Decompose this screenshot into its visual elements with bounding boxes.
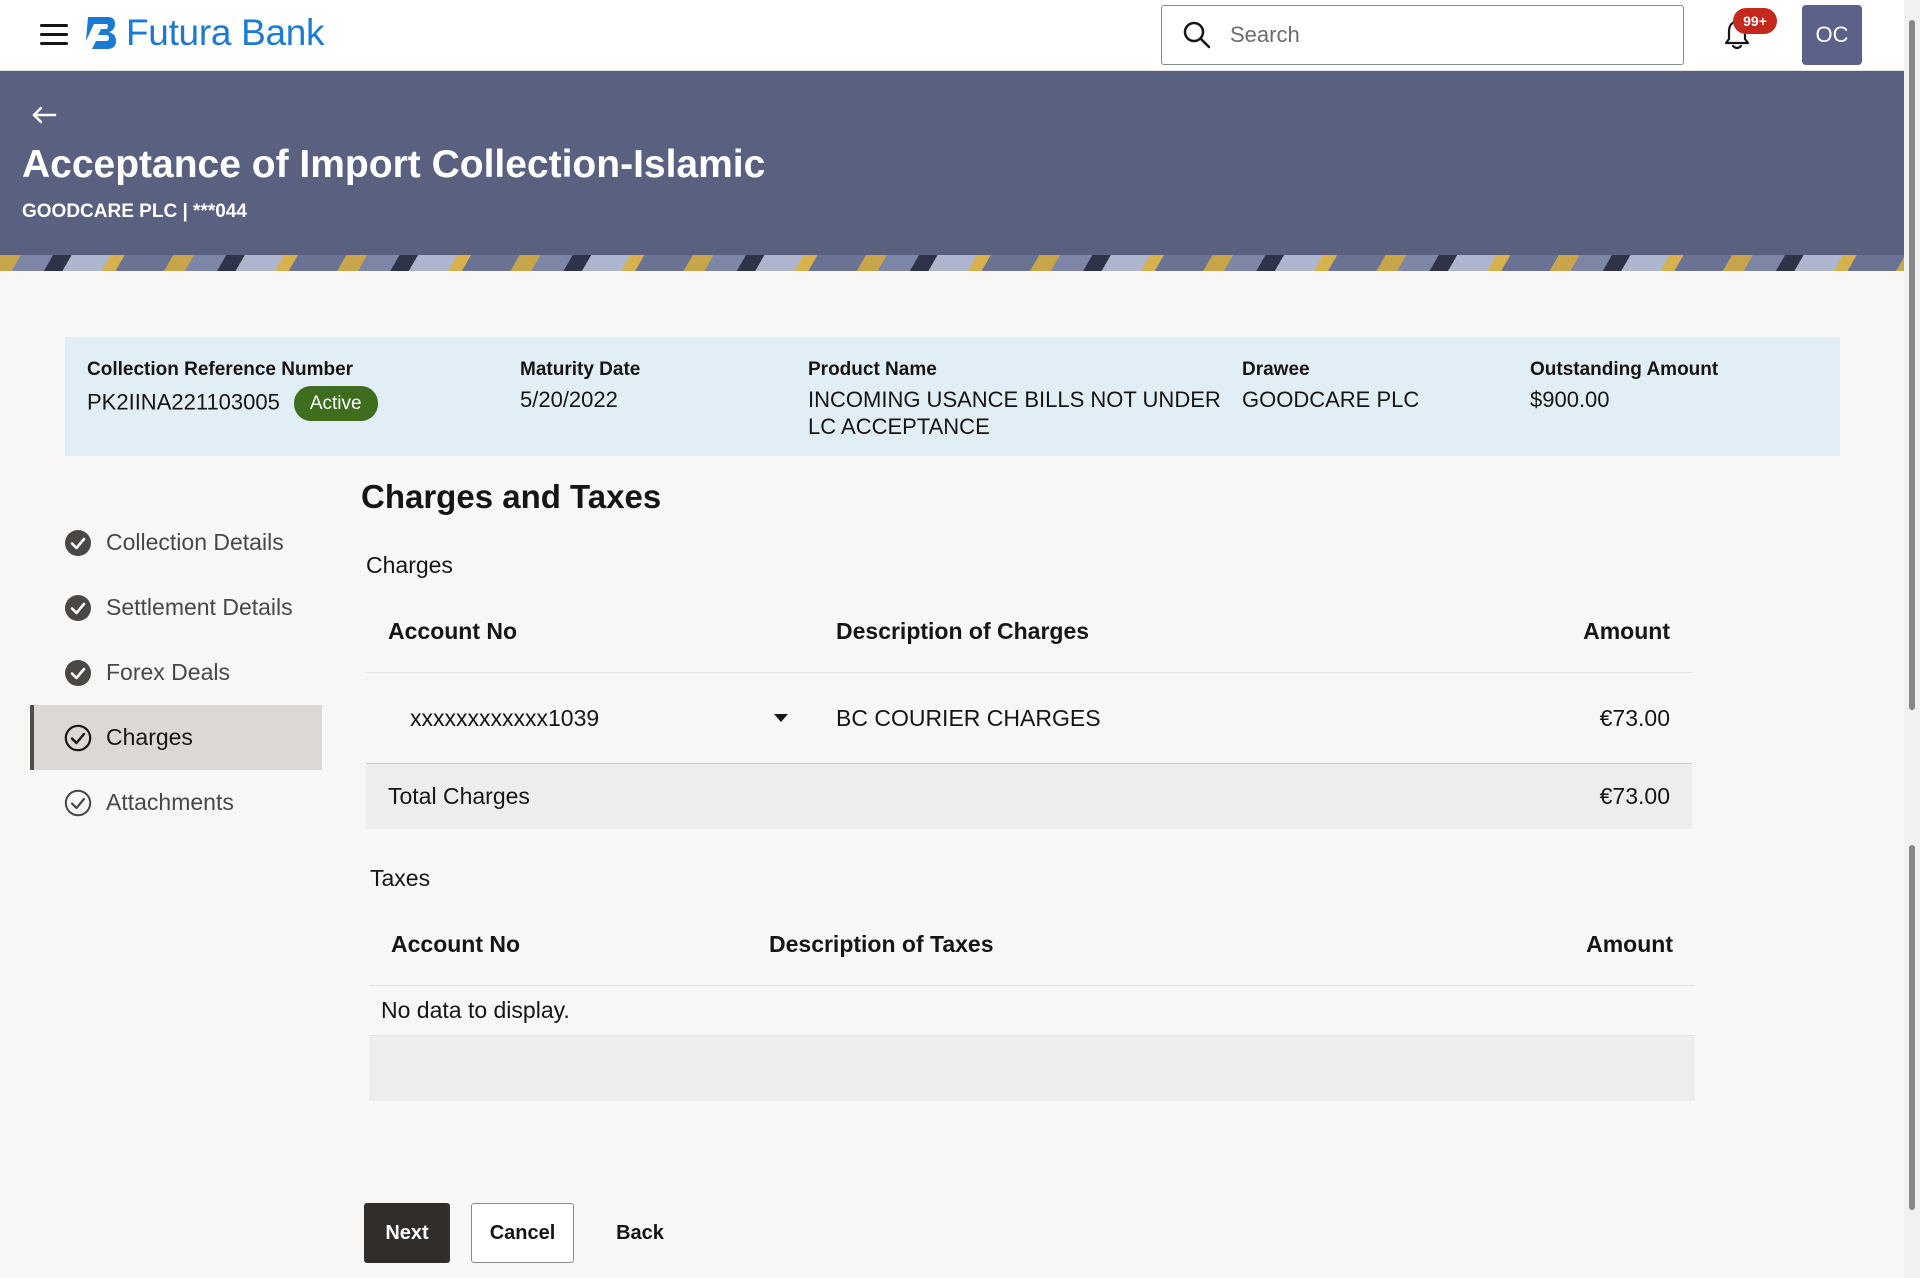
nav-item-forex-deals[interactable]: Forex Deals <box>30 640 322 705</box>
nav-item-label: Attachments <box>106 789 234 815</box>
check-circle-filled-icon <box>65 594 91 621</box>
empty-state-message: No data to display. <box>369 986 1695 1036</box>
brand-name: Futura Bank <box>126 12 325 53</box>
nav-item-collection-details[interactable]: Collection Details <box>30 510 322 575</box>
description-cell: BC COURIER CHARGES <box>836 704 1101 731</box>
summary-value: 5/20/2022 <box>520 387 618 412</box>
nav-item-charges[interactable]: Charges <box>30 705 322 770</box>
check-circle-filled-icon <box>65 659 91 686</box>
summary-drawee: Drawee GOODCARE PLC <box>1242 359 1419 413</box>
next-button[interactable]: Next <box>364 1203 450 1263</box>
summary-value: GOODCARE PLC <box>1242 387 1420 412</box>
nav-item-attachments[interactable]: Attachments <box>30 770 322 835</box>
summary-product: Product Name INCOMING USANCE BILLS NOT U… <box>808 359 1238 440</box>
summary-label: Collection Reference Number <box>87 359 354 380</box>
nav-item-label: Settlement Details <box>106 594 293 620</box>
summary-label: Drawee <box>1242 359 1310 380</box>
check-circle-filled-icon <box>65 529 91 556</box>
back-button[interactable]: Back <box>600 1203 680 1263</box>
charges-heading: Charges <box>366 552 453 578</box>
summary-reference: Collection Reference Number PK2IINA22110… <box>87 359 378 421</box>
account-select-value: xxxxxxxxxxxx1039 <box>410 704 600 731</box>
table-row: xxxxxxxxxxxx1039 BC COURIER CHARGES €73.… <box>366 673 1692 764</box>
column-header: Account No <box>391 930 521 957</box>
check-circle-outline-icon <box>64 789 92 816</box>
account-cell: xxxxxxxxxxxx1039 <box>366 705 836 732</box>
total-row: Total Charges €73.00 <box>366 764 1692 829</box>
table-header: Account No Description of Charges Amount <box>366 590 1692 673</box>
check-circle-outline-icon <box>64 724 92 751</box>
summary-label: Product Name <box>808 359 937 380</box>
futura-bank-logo-icon <box>86 17 116 49</box>
chevron-down-icon <box>774 714 788 722</box>
total-label: Total Charges <box>388 783 530 809</box>
nav-item-label: Forex Deals <box>106 659 230 685</box>
column-header: Amount <box>1586 930 1673 957</box>
column-header: Description of Taxes <box>769 930 994 957</box>
search-box[interactable] <box>1161 5 1684 65</box>
taxes-heading: Taxes <box>370 865 431 891</box>
taxes-table: Account No Description of Taxes Amount N… <box>369 903 1695 1101</box>
page-scrollbar[interactable] <box>1904 0 1920 1278</box>
nav-item-settlement-details[interactable]: Settlement Details <box>30 575 322 640</box>
back-arrow-icon[interactable] <box>30 103 58 127</box>
total-value: €73.00 <box>1599 783 1670 809</box>
account-select[interactable]: xxxxxxxxxxxx1039 <box>388 705 788 732</box>
charges-table: Account No Description of Charges Amount… <box>366 590 1692 829</box>
page-header-banner: Acceptance of Import Collection-Islamic … <box>0 71 1904 271</box>
page-title: Acceptance of Import Collection-Islamic <box>22 143 766 186</box>
step-navigation: Collection Details Settlement Details Fo… <box>30 510 322 835</box>
status-badge: Active <box>293 386 378 421</box>
column-header: Account No <box>388 617 518 644</box>
amount-cell: €73.00 <box>1599 704 1670 731</box>
nav-item-label: Charges <box>106 724 193 750</box>
summary-outstanding: Outstanding Amount $900.00 <box>1530 359 1718 413</box>
section-title: Charges and Taxes <box>361 478 662 515</box>
column-header: Description of Charges <box>836 617 1090 644</box>
decorative-stripe <box>0 255 1904 271</box>
summary-value: INCOMING USANCE BILLS NOT UNDER LC ACCEP… <box>808 387 1221 439</box>
summary-value: PK2IINA221103005 Active <box>87 386 378 421</box>
brand[interactable]: Futura Bank <box>82 12 325 54</box>
cancel-button[interactable]: Cancel <box>471 1203 574 1263</box>
column-header: Amount <box>1583 617 1670 644</box>
search-input[interactable] <box>1230 22 1650 48</box>
top-bar: Futura Bank 99+ OC <box>0 0 1904 71</box>
scrollbar-thumb[interactable] <box>1909 20 1915 710</box>
summary-label: Maturity Date <box>520 359 641 380</box>
notification-badge: 99+ <box>1733 8 1777 34</box>
summary-label: Outstanding Amount <box>1530 359 1719 380</box>
reference-number: PK2IINA221103005 <box>87 389 280 415</box>
table-header: Account No Description of Taxes Amount <box>369 903 1695 986</box>
nav-item-label: Collection Details <box>106 529 284 555</box>
menu-icon[interactable] <box>40 24 68 46</box>
summary-maturity: Maturity Date 5/20/2022 <box>520 359 640 413</box>
user-avatar[interactable]: OC <box>1802 5 1862 65</box>
table-footer <box>369 1036 1695 1101</box>
search-icon <box>1183 21 1211 49</box>
summary-value: $900.00 <box>1530 387 1610 412</box>
page-subtitle: GOODCARE PLC | ***044 <box>22 201 247 222</box>
scrollbar-thumb-lower[interactable] <box>1909 845 1915 1210</box>
collection-summary-panel: Collection Reference Number PK2IINA22110… <box>65 337 1840 456</box>
